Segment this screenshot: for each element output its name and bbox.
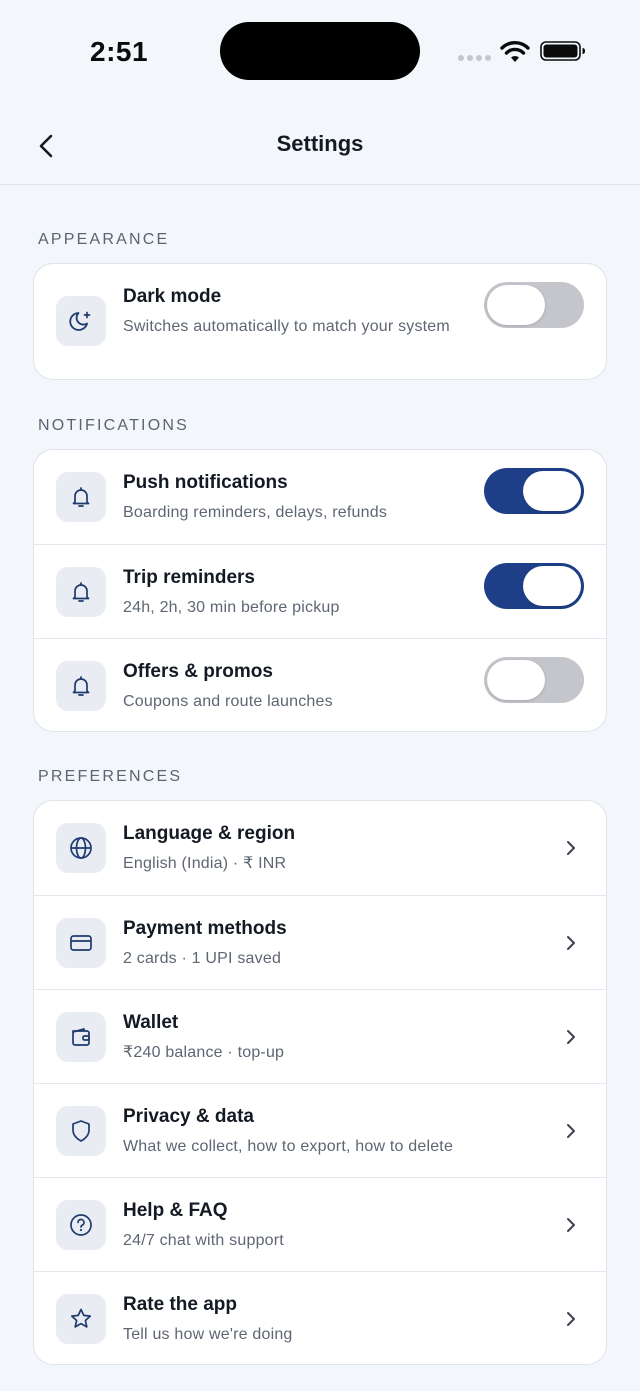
settings-row-dark-mode[interactable]: Dark mode Switches automatically to matc…: [34, 264, 606, 378]
settings-row-payment-methods[interactable]: Payment methods 2 cards · 1 UPI saved: [34, 895, 606, 989]
settings-row-privacy-data[interactable]: Privacy & data What we collect, how to e…: [34, 1083, 606, 1177]
shield-icon: [56, 1106, 106, 1156]
status-time: 2:51: [90, 36, 149, 67]
wallet-subtitle: ₹240 balance · top-up: [123, 1044, 285, 1061]
offers-promos-title: Offers & promos: [123, 661, 273, 682]
toggle-knob: [487, 285, 545, 325]
toggle-knob: [523, 471, 581, 511]
offers-promos-subtitle: Coupons and route launches: [123, 693, 333, 710]
language-region-subtitle: English (India) · ₹ INR: [123, 855, 287, 872]
dynamic-island: [220, 22, 420, 80]
section-label-appearance: APPEARANCE: [38, 231, 170, 248]
help-icon: [56, 1200, 106, 1250]
chevron-right-icon: [567, 1124, 575, 1138]
rate-app-title: Rate the app: [123, 1294, 238, 1315]
settings-row-trip-reminders[interactable]: Trip reminders 24h, 2h, 30 min before pi…: [34, 544, 606, 638]
trip-reminders-subtitle: 24h, 2h, 30 min before pickup: [123, 599, 340, 616]
dark-mode-subtitle: Switches automatically to match your sys…: [123, 318, 450, 335]
settings-row-rate-app[interactable]: Rate the app Tell us how we're doing: [34, 1271, 606, 1364]
moon-icon: [56, 296, 106, 346]
privacy-data-subtitle: What we collect, how to export, how to d…: [123, 1138, 454, 1155]
status-bar: 2:51: [0, 0, 640, 100]
bell-icon: [56, 472, 106, 522]
appearance-card: Dark mode Switches automatically to matc…: [33, 263, 607, 380]
preferences-card: Language & region English (India) · ₹ IN…: [33, 800, 607, 1365]
cellular-signal-icon: [458, 55, 492, 61]
chevron-right-icon: [567, 1030, 575, 1044]
settings-row-language-region[interactable]: Language & region English (India) · ₹ IN…: [34, 801, 606, 895]
settings-screen: 2:51 Settings APPEARANCE Dark mode Switc…: [0, 0, 640, 1391]
chevron-right-icon: [567, 936, 575, 950]
settings-row-help-faq[interactable]: Help & FAQ 24/7 chat with support: [34, 1177, 606, 1271]
toggle-knob: [523, 566, 581, 606]
dark-mode-toggle[interactable]: [484, 282, 584, 328]
bell-icon: [56, 661, 106, 711]
dark-mode-title: Dark mode: [123, 286, 222, 307]
settings-row-push-notifications[interactable]: Push notifications Boarding reminders, d…: [34, 450, 606, 544]
notifications-card: Push notifications Boarding reminders, d…: [33, 449, 607, 732]
battery-icon: [540, 41, 586, 61]
chevron-right-icon: [567, 1218, 575, 1232]
push-notifications-subtitle: Boarding reminders, delays, refunds: [123, 504, 388, 521]
settings-row-offers-promos[interactable]: Offers & promos Coupons and route launch…: [34, 638, 606, 731]
wifi-icon: [500, 40, 530, 64]
chevron-right-icon: [567, 841, 575, 855]
language-region-title: Language & region: [123, 823, 296, 844]
bell-icon: [56, 567, 106, 617]
toggle-knob: [487, 660, 545, 700]
page-title: Settings: [276, 131, 364, 156]
payment-methods-title: Payment methods: [123, 918, 287, 939]
section-label-preferences: PREFERENCES: [38, 768, 183, 785]
payment-methods-subtitle: 2 cards · 1 UPI saved: [123, 950, 282, 967]
trip-reminders-toggle[interactable]: [484, 563, 584, 609]
chevron-right-icon: [567, 1312, 575, 1326]
help-faq-subtitle: 24/7 chat with support: [123, 1232, 284, 1249]
star-icon: [56, 1294, 106, 1344]
globe-icon: [56, 823, 106, 873]
settings-row-wallet[interactable]: Wallet ₹240 balance · top-up: [34, 989, 606, 1083]
help-faq-title: Help & FAQ: [123, 1200, 228, 1221]
section-label-notifications: NOTIFICATIONS: [38, 417, 189, 434]
offers-promos-toggle[interactable]: [484, 657, 584, 703]
card-icon: [56, 918, 106, 968]
push-notifications-toggle[interactable]: [484, 468, 584, 514]
trip-reminders-title: Trip reminders: [123, 567, 255, 588]
navigation-bar: Settings: [0, 100, 640, 185]
wallet-icon: [56, 1012, 106, 1062]
rate-app-subtitle: Tell us how we're doing: [123, 1326, 293, 1343]
wallet-title: Wallet: [123, 1012, 179, 1033]
privacy-data-title: Privacy & data: [123, 1106, 254, 1127]
push-notifications-title: Push notifications: [123, 472, 288, 493]
